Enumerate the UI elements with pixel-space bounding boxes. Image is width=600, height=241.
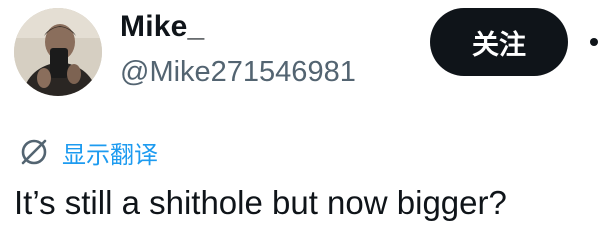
translate-globe-icon: [21, 139, 47, 165]
tweet-text: It’s still a shithole but now bigger?: [14, 184, 507, 221]
avatar-photo: [14, 8, 102, 96]
user-display-name[interactable]: Mike_: [120, 10, 204, 44]
avatar[interactable]: [14, 8, 102, 96]
user-handle[interactable]: @Mike271546981: [120, 56, 356, 89]
follow-button[interactable]: 关注: [430, 8, 568, 76]
translate-label: 显示翻译: [62, 141, 158, 169]
tweet-card: Mike_ @Mike271546981 关注 显示翻译 It’s still …: [0, 0, 600, 241]
more-dots-icon[interactable]: [590, 38, 598, 46]
show-translation-link[interactable]: 显示翻译: [18, 136, 158, 169]
